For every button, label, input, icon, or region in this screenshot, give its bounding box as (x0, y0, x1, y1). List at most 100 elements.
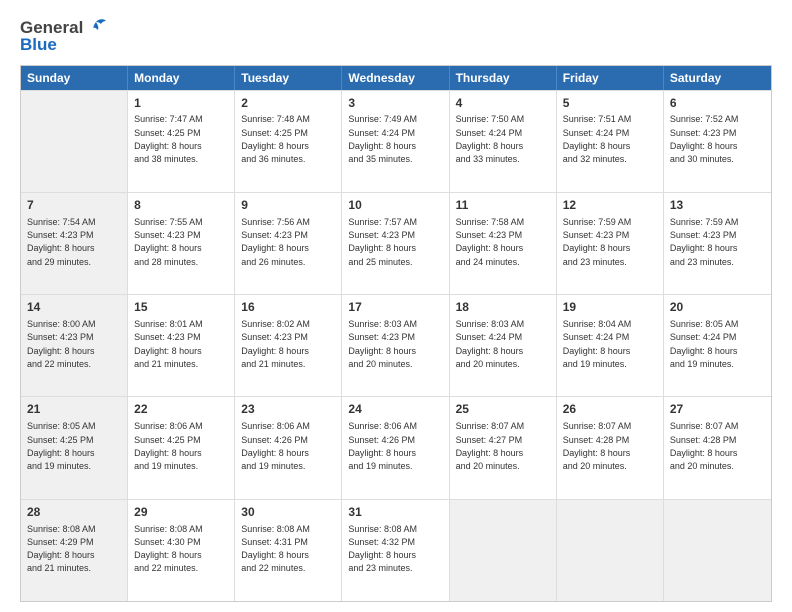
day-info: Sunrise: 8:02 AM Sunset: 4:23 PM Dayligh… (241, 319, 310, 369)
calendar-cell: 3Sunrise: 7:49 AM Sunset: 4:24 PM Daylig… (342, 91, 449, 192)
day-info: Sunrise: 8:05 AM Sunset: 4:25 PM Dayligh… (27, 421, 96, 471)
calendar-cell: 20Sunrise: 8:05 AM Sunset: 4:24 PM Dayli… (664, 295, 771, 396)
calendar-cell: 13 Sunrise: 7:59 AM Sunset: 4:23 PM Dayli… (664, 193, 771, 294)
logo: General Blue (20, 18, 107, 55)
day-info: Sunrise: 7:57 AM Sunset: 4:23 PM Dayligh… (348, 217, 417, 267)
calendar-cell: 18 Sunrise: 8:03 AM Sunset: 4:24 PM Dayli… (450, 295, 557, 396)
calendar-week-1: 1 Sunrise: 7:47 AM Sunset: 4:25 PM Daylig… (21, 90, 771, 192)
calendar-cell: 24Sunrise: 8:06 AM Sunset: 4:26 PM Dayli… (342, 397, 449, 498)
day-number: 30 (241, 504, 335, 521)
calendar-cell: 27 Sunrise: 8:07 AM Sunset: 4:28 PM Dayli… (664, 397, 771, 498)
day-number: 1 (134, 95, 228, 112)
day-number: 2 (241, 95, 335, 112)
calendar-cell: 23 Sunrise: 8:06 AM Sunset: 4:26 PM Dayli… (235, 397, 342, 498)
day-info: Sunrise: 7:54 AM Sunset: 4:23 PM Dayligh… (27, 217, 96, 267)
calendar-cell (664, 500, 771, 601)
day-number: 11 (456, 197, 550, 214)
day-number: 23 (241, 401, 335, 418)
day-number: 15 (134, 299, 228, 316)
day-info: Sunrise: 8:03 AM Sunset: 4:24 PM Dayligh… (456, 319, 525, 369)
day-number: 16 (241, 299, 335, 316)
day-info: Sunrise: 8:08 AM Sunset: 4:31 PM Dayligh… (241, 524, 310, 574)
calendar-cell: 2 Sunrise: 7:48 AM Sunset: 4:25 PM Daylig… (235, 91, 342, 192)
day-number: 26 (563, 401, 657, 418)
calendar-cell: 5 Sunrise: 7:51 AM Sunset: 4:24 PM Daylig… (557, 91, 664, 192)
calendar-cell (21, 91, 128, 192)
calendar-cell: 25 Sunrise: 8:07 AM Sunset: 4:27 PM Dayli… (450, 397, 557, 498)
calendar-cell: 10 Sunrise: 7:57 AM Sunset: 4:23 PM Dayli… (342, 193, 449, 294)
day-number: 5 (563, 95, 657, 112)
day-header-friday: Friday (557, 66, 664, 90)
day-info: Sunrise: 8:00 AM Sunset: 4:23 PM Dayligh… (27, 319, 96, 369)
day-number: 14 (27, 299, 121, 316)
calendar-week-5: 28 Sunrise: 8:08 AM Sunset: 4:29 PM Dayli… (21, 499, 771, 601)
day-number: 18 (456, 299, 550, 316)
day-info: Sunrise: 8:06 AM Sunset: 4:26 PM Dayligh… (241, 421, 310, 471)
day-number: 10 (348, 197, 442, 214)
day-info: Sunrise: 8:07 AM Sunset: 4:28 PM Dayligh… (563, 421, 632, 471)
calendar-cell: 12Sunrise: 7:59 AM Sunset: 4:23 PM Dayli… (557, 193, 664, 294)
calendar-cell (450, 500, 557, 601)
day-info: Sunrise: 8:03 AM Sunset: 4:23 PM Dayligh… (348, 319, 417, 369)
header: General Blue (20, 18, 772, 55)
day-number: 9 (241, 197, 335, 214)
day-number: 27 (670, 401, 765, 418)
day-info: Sunrise: 8:05 AM Sunset: 4:24 PM Dayligh… (670, 319, 739, 369)
day-info: Sunrise: 7:55 AM Sunset: 4:23 PM Dayligh… (134, 217, 203, 267)
day-number: 31 (348, 504, 442, 521)
calendar-cell: 6 Sunrise: 7:52 AM Sunset: 4:23 PM Daylig… (664, 91, 771, 192)
day-number: 24 (348, 401, 442, 418)
day-info: Sunrise: 7:56 AM Sunset: 4:23 PM Dayligh… (241, 217, 310, 267)
day-number: 21 (27, 401, 121, 418)
calendar-body: 1 Sunrise: 7:47 AM Sunset: 4:25 PM Daylig… (21, 90, 771, 601)
day-info: Sunrise: 7:58 AM Sunset: 4:23 PM Dayligh… (456, 217, 525, 267)
day-number: 17 (348, 299, 442, 316)
calendar-week-4: 21 Sunrise: 8:05 AM Sunset: 4:25 PM Dayli… (21, 396, 771, 498)
calendar-cell: 16 Sunrise: 8:02 AM Sunset: 4:23 PM Dayli… (235, 295, 342, 396)
day-header-monday: Monday (128, 66, 235, 90)
calendar-cell: 21 Sunrise: 8:05 AM Sunset: 4:25 PM Dayli… (21, 397, 128, 498)
calendar-cell: 8 Sunrise: 7:55 AM Sunset: 4:23 PM Daylig… (128, 193, 235, 294)
day-number: 8 (134, 197, 228, 214)
day-number: 4 (456, 95, 550, 112)
day-info: Sunrise: 7:48 AM Sunset: 4:25 PM Dayligh… (241, 114, 310, 164)
calendar-cell: 4 Sunrise: 7:50 AM Sunset: 4:24 PM Daylig… (450, 91, 557, 192)
calendar-cell: 31 Sunrise: 8:08 AM Sunset: 4:32 PM Dayli… (342, 500, 449, 601)
calendar-cell: 1 Sunrise: 7:47 AM Sunset: 4:25 PM Daylig… (128, 91, 235, 192)
day-info: Sunrise: 8:07 AM Sunset: 4:27 PM Dayligh… (456, 421, 525, 471)
day-header-saturday: Saturday (664, 66, 771, 90)
calendar-cell: 11 Sunrise: 7:58 AM Sunset: 4:23 PM Dayli… (450, 193, 557, 294)
day-info: Sunrise: 8:07 AM Sunset: 4:28 PM Dayligh… (670, 421, 739, 471)
day-number: 6 (670, 95, 765, 112)
day-info: Sunrise: 7:50 AM Sunset: 4:24 PM Dayligh… (456, 114, 525, 164)
day-info: Sunrise: 8:04 AM Sunset: 4:24 PM Dayligh… (563, 319, 632, 369)
day-number: 12 (563, 197, 657, 214)
calendar-cell: 28 Sunrise: 8:08 AM Sunset: 4:29 PM Dayli… (21, 500, 128, 601)
calendar-header: SundayMondayTuesdayWednesdayThursdayFrid… (21, 66, 771, 90)
calendar-cell (557, 500, 664, 601)
day-number: 22 (134, 401, 228, 418)
day-number: 25 (456, 401, 550, 418)
day-header-thursday: Thursday (450, 66, 557, 90)
day-number: 29 (134, 504, 228, 521)
logo-bird-icon (85, 18, 107, 38)
day-info: Sunrise: 8:06 AM Sunset: 4:25 PM Dayligh… (134, 421, 203, 471)
page: General Blue SundayMondayTuesdayWednesda… (0, 0, 792, 612)
day-info: Sunrise: 7:51 AM Sunset: 4:24 PM Dayligh… (563, 114, 632, 164)
day-number: 13 (670, 197, 765, 214)
day-number: 7 (27, 197, 121, 214)
day-header-sunday: Sunday (21, 66, 128, 90)
calendar-cell: 29Sunrise: 8:08 AM Sunset: 4:30 PM Dayli… (128, 500, 235, 601)
day-info: Sunrise: 7:47 AM Sunset: 4:25 PM Dayligh… (134, 114, 203, 164)
day-header-tuesday: Tuesday (235, 66, 342, 90)
day-info: Sunrise: 7:52 AM Sunset: 4:23 PM Dayligh… (670, 114, 739, 164)
calendar-cell: 30 Sunrise: 8:08 AM Sunset: 4:31 PM Dayli… (235, 500, 342, 601)
day-info: Sunrise: 8:08 AM Sunset: 4:32 PM Dayligh… (348, 524, 417, 574)
day-info: Sunrise: 7:49 AM Sunset: 4:24 PM Dayligh… (348, 114, 417, 164)
calendar-cell: 15Sunrise: 8:01 AM Sunset: 4:23 PM Dayli… (128, 295, 235, 396)
calendar-cell: 17 Sunrise: 8:03 AM Sunset: 4:23 PM Dayli… (342, 295, 449, 396)
day-info: Sunrise: 7:59 AM Sunset: 4:23 PM Dayligh… (670, 217, 739, 267)
day-info: Sunrise: 8:08 AM Sunset: 4:29 PM Dayligh… (27, 524, 96, 574)
logo-blue-text: Blue (20, 36, 107, 55)
day-number: 28 (27, 504, 121, 521)
